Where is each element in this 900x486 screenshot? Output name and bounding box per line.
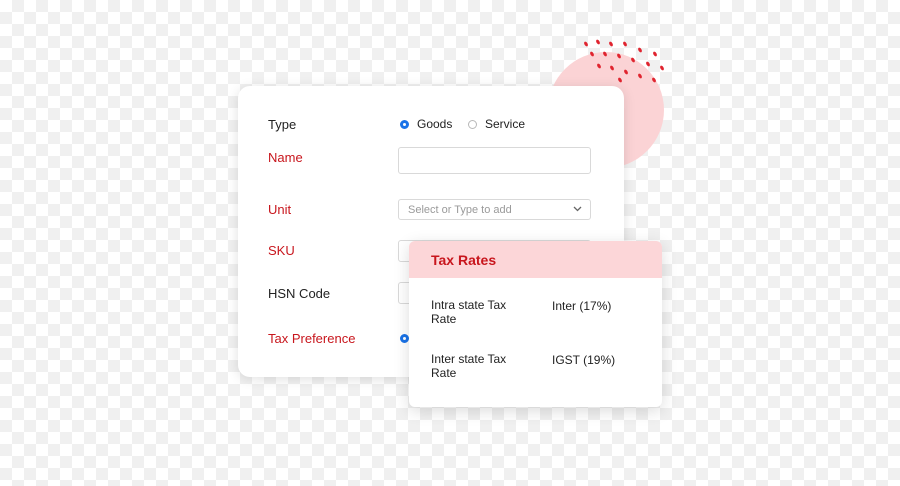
unit-label: Unit [268, 202, 292, 217]
tax-rate-label: Intra state Tax Rate [431, 298, 507, 326]
name-label: Name [268, 150, 303, 165]
goods-radio-label[interactable]: Goods [417, 117, 452, 131]
hsn-code-label: HSN Code [268, 286, 331, 301]
tax-rate-value: Inter (17%) [552, 299, 612, 313]
tax-preference-radio[interactable] [400, 334, 409, 343]
name-input[interactable] [398, 147, 591, 174]
sku-label: SKU [268, 243, 295, 258]
unit-select[interactable]: Select or Type to add [398, 199, 591, 220]
service-radio-label[interactable]: Service [485, 117, 525, 131]
type-label: Type [268, 117, 297, 132]
service-radio[interactable] [468, 120, 477, 129]
tax-rates-header: Tax Rates [409, 241, 662, 278]
tax-rate-value: IGST (19%) [552, 353, 616, 367]
tax-preference-label: Tax Preference [268, 331, 356, 346]
unit-select-placeholder: Select or Type to add [408, 204, 512, 216]
tax-rate-label: Inter state Tax Rate [431, 352, 507, 380]
tax-rates-title: Tax Rates [431, 252, 497, 268]
decorative-dots [584, 39, 664, 83]
goods-radio[interactable] [400, 120, 409, 129]
chevron-down-icon[interactable] [573, 206, 582, 212]
tax-rates-card: Tax Rates Intra state Tax Rate Inter (17… [409, 241, 662, 407]
